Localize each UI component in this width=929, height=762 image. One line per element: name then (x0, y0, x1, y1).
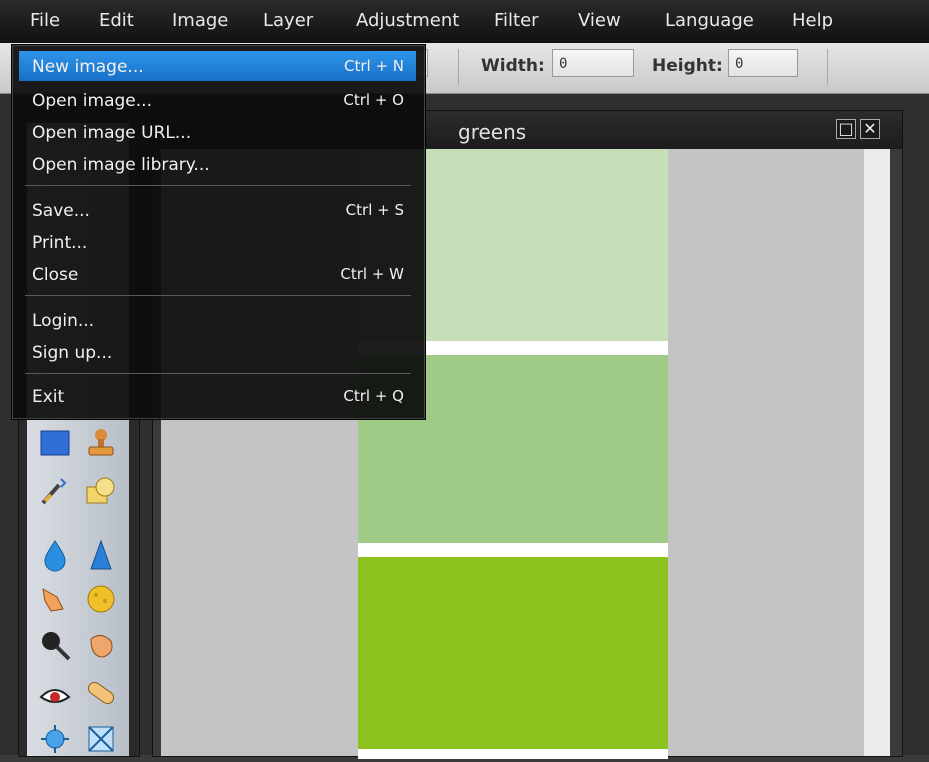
menu-filter[interactable]: Filter (494, 10, 539, 31)
menu-help[interactable]: Help (792, 10, 833, 31)
width-input[interactable]: 0 (552, 49, 634, 77)
width-label: Width: (481, 56, 545, 76)
menu-item-close[interactable]: Close Ctrl + W (19, 259, 416, 289)
menu-item-sign-up[interactable]: Sign up... (19, 337, 416, 367)
menu-item-label: Close (32, 265, 79, 285)
menu-item-open-image[interactable]: Open image... Ctrl + O (19, 85, 416, 115)
swatch-gap (358, 543, 668, 557)
stamp-icon[interactable] (83, 425, 119, 461)
menu-bar: File Edit Image Layer Adjustment Filter … (0, 0, 929, 43)
menu-item-label: Open image URL... (32, 123, 192, 143)
menu-item-label: Print... (32, 233, 88, 253)
image-window-title: greens (458, 120, 527, 144)
menu-item-shortcut: Ctrl + Q (343, 387, 404, 405)
menu-item-label: Sign up... (32, 343, 113, 363)
red-eye-icon[interactable] (37, 675, 73, 711)
height-label: Height: (652, 56, 723, 76)
menu-item-shortcut: Ctrl + W (340, 265, 404, 283)
toolbar-divider (458, 49, 459, 85)
swatch-gap (358, 749, 668, 759)
swatch-lime-green (358, 557, 668, 749)
menu-item-login[interactable]: Login... (19, 305, 416, 335)
menu-item-open-image-url[interactable]: Open image URL... (19, 117, 416, 147)
burn-icon[interactable] (83, 627, 119, 663)
vertical-scrollbar[interactable] (864, 149, 890, 756)
dodge-icon[interactable] (37, 627, 73, 663)
menu-item-shortcut: Ctrl + N (343, 57, 404, 75)
menu-item-label: Login... (32, 311, 95, 331)
smudge-icon[interactable] (37, 581, 73, 617)
blur-drop-icon[interactable] (37, 537, 73, 573)
menu-item-save[interactable]: Save... Ctrl + S (19, 195, 416, 225)
menu-item-label: New image... (32, 57, 144, 77)
bandage-icon[interactable] (83, 675, 119, 711)
menu-view[interactable]: View (578, 10, 621, 31)
menu-file[interactable]: File (30, 10, 60, 31)
menu-item-print[interactable]: Print... (19, 227, 416, 257)
rectangle-select-icon[interactable] (37, 425, 73, 461)
height-input[interactable]: 0 (728, 49, 798, 77)
menu-item-label: Open image... (32, 91, 152, 111)
menu-adjustment[interactable]: Adjustment (356, 10, 459, 31)
file-menu-dropdown: New image... Ctrl + N Open image... Ctrl… (11, 44, 426, 420)
menu-item-label: Save... (32, 201, 90, 221)
menu-item-label: Open image library... (32, 155, 210, 175)
menu-separator (25, 373, 411, 374)
close-icon[interactable]: ✕ (860, 119, 880, 139)
pinch-icon[interactable] (83, 721, 119, 757)
menu-item-shortcut: Ctrl + S (345, 201, 404, 219)
bloat-icon[interactable] (37, 721, 73, 757)
menu-layer[interactable]: Layer (263, 10, 313, 31)
menu-separator (25, 295, 411, 296)
menu-language[interactable]: Language (665, 10, 754, 31)
sharpen-icon[interactable] (83, 537, 119, 573)
toolbar-divider (827, 49, 828, 85)
menu-item-exit[interactable]: Exit Ctrl + Q (19, 381, 416, 411)
menu-item-open-image-library[interactable]: Open image library... (19, 149, 416, 179)
menu-separator (25, 185, 411, 186)
menu-item-shortcut: Ctrl + O (343, 91, 404, 109)
menu-item-new-image[interactable]: New image... Ctrl + N (19, 51, 416, 81)
menu-image[interactable]: Image (172, 10, 228, 31)
menu-item-label: Exit (32, 387, 65, 407)
sponge-icon[interactable] (83, 581, 119, 617)
shape-icon[interactable] (83, 473, 119, 509)
maximize-icon[interactable]: □ (836, 119, 856, 139)
replace-color-icon[interactable] (37, 473, 73, 509)
menu-edit[interactable]: Edit (99, 10, 134, 31)
